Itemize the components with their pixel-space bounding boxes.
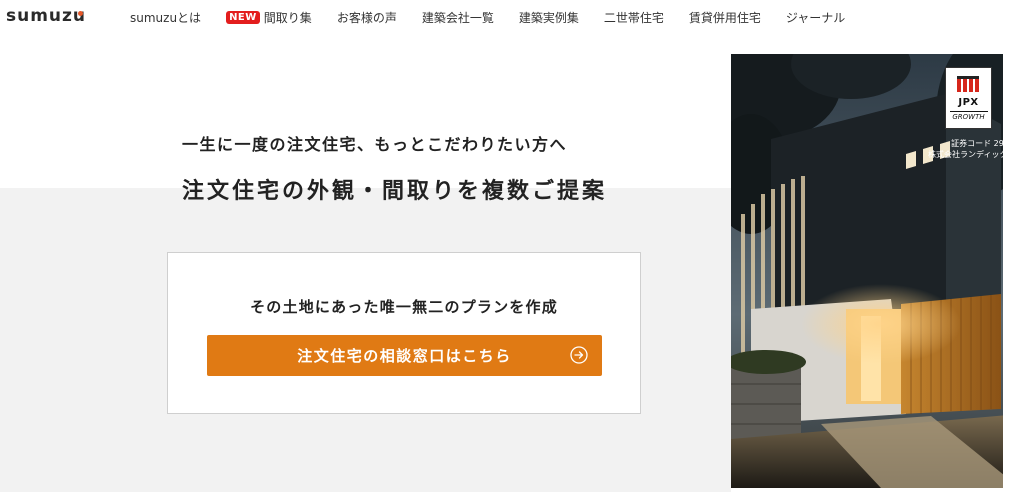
nav-item-builders[interactable]: 建築会社一覧 — [422, 9, 494, 26]
jpx-growth-badge: JPX GROWTH — [945, 67, 992, 129]
nav-item-two-family[interactable]: 二世帯住宅 — [604, 9, 664, 26]
nav-item-label: 建築会社一覧 — [421, 11, 494, 25]
stock-code: 証券コード 2981 — [951, 139, 1014, 148]
nav-item-floorplans[interactable]: NEW 間取り集 — [226, 9, 312, 26]
nav-item-rental-combined[interactable]: 賃貸併用住宅 — [689, 9, 761, 26]
nav-item-label: お客様の声 — [336, 11, 397, 25]
nav-item-journal[interactable]: ジャーナル — [786, 9, 845, 26]
site-header: sumuzu sumuzuとは NEW 間取り集 お客様の声 建築会社一覧 建築… — [0, 0, 1024, 38]
company-name: 株式会社ランディックス — [928, 150, 1016, 159]
consultation-button[interactable]: 注文住宅の相談窓口はこちら — [207, 335, 602, 376]
stock-info: 証券コード 2981 株式会社ランディックス — [928, 138, 1016, 160]
nav-item-about[interactable]: sumuzuとは — [130, 9, 201, 26]
nav-item-label: sumuzuとは — [130, 11, 202, 25]
cta-text: その土地にあった唯一無二のプランを作成 — [250, 298, 558, 316]
logo-dot-icon — [78, 11, 83, 16]
new-badge: NEW — [226, 11, 260, 24]
nav-item-label: 二世帯住宅 — [603, 11, 664, 25]
nav-item-label: ジャーナル — [785, 11, 846, 25]
nav-item-label: 賃貸併用住宅 — [688, 11, 761, 25]
site-logo[interactable]: sumuzu — [6, 6, 86, 26]
jpx-growth-label: GROWTH — [949, 111, 988, 121]
nav-item-label: 建築実例集 — [518, 11, 579, 25]
hero-subheading: 一生に一度の注文住宅、もっとこだわりたい方へ — [182, 135, 568, 154]
nav-item-reviews[interactable]: お客様の声 — [337, 9, 397, 26]
arrow-circle-right-icon — [570, 346, 588, 364]
global-nav: sumuzuとは NEW 間取り集 お客様の声 建築会社一覧 建築実例集 二世帯… — [130, 9, 870, 26]
page: sumuzu sumuzuとは NEW 間取り集 お客様の声 建築会社一覧 建築… — [0, 0, 1024, 492]
cta-card: その土地にあった唯一無二のプランを作成 注文住宅の相談窓口はこちら — [167, 252, 641, 414]
jpx-label: JPX — [958, 97, 979, 108]
jpx-logo-icon — [956, 76, 979, 92]
nav-item-label: 間取り集 — [263, 11, 312, 25]
consultation-button-label: 注文住宅の相談窓口はこちら — [297, 347, 512, 365]
nav-item-examples[interactable]: 建築実例集 — [519, 9, 579, 26]
hero-heading: 注文住宅の外観・間取りを複数ご提案 — [182, 179, 608, 204]
